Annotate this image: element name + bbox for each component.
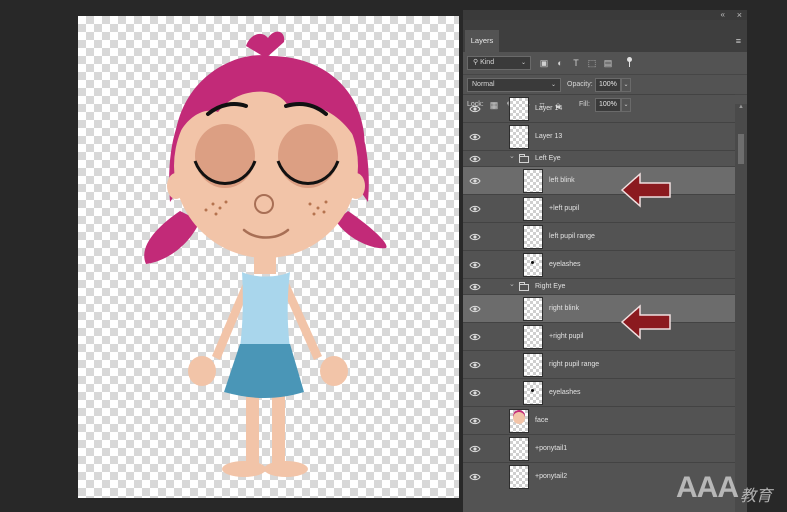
layer-thumbnail — [523, 197, 543, 221]
layer-thumbnail — [523, 169, 543, 193]
filter-pixel-icon[interactable]: ▣ — [539, 58, 549, 68]
layer-thumbnail — [523, 353, 543, 377]
layer-thumbnail — [523, 325, 543, 349]
layer-row[interactable]: right blink — [463, 294, 735, 322]
layer-name: eyelashes — [549, 260, 581, 268]
eye-icon[interactable] — [469, 153, 481, 165]
panel-menu-icon[interactable]: ≡ — [736, 36, 741, 46]
layer-name: Right Eye — [535, 283, 566, 290]
layer-thumbnail — [523, 225, 543, 249]
filter-kind-select[interactable]: ⚲ Kind ⌄ — [467, 56, 531, 70]
layer-thumbnail — [523, 297, 543, 321]
tab-layers[interactable]: Layers — [465, 30, 499, 52]
layer-row[interactable]: face — [463, 406, 735, 434]
layer-name: eyelashes — [549, 388, 581, 396]
panel-title-bar: « × — [463, 10, 747, 20]
chevron-down-icon: ⌄ — [520, 60, 526, 66]
eye-icon[interactable] — [469, 259, 481, 271]
character-illustration — [144, 31, 387, 477]
layer-name: left pupil range — [549, 232, 595, 240]
layer-name: Left Eye — [535, 155, 561, 162]
filter-type-icon[interactable]: T — [571, 58, 581, 68]
layer-thumbnail — [509, 125, 529, 149]
folder-icon — [519, 154, 529, 163]
layer-thumbnail — [523, 381, 543, 405]
filter-shape-icon[interactable]: ⬚ — [587, 58, 597, 68]
layer-row[interactable]: Layer 14 — [463, 94, 735, 122]
collapse-panel-icon[interactable]: « — [721, 10, 725, 20]
eye-icon[interactable] — [469, 303, 481, 315]
close-panel-icon[interactable]: × — [737, 10, 742, 20]
opacity-input[interactable]: 100% — [595, 78, 621, 92]
layer-name: Layer 14 — [535, 104, 563, 112]
panel-tab-bar: Layers ≡ — [463, 20, 747, 52]
layer-group-row[interactable]: ⌄ Right Eye — [463, 278, 735, 294]
eye-icon[interactable] — [469, 131, 481, 143]
watermark-latin: AAA — [676, 471, 739, 504]
chevron-down-icon: ⌄ — [550, 82, 556, 88]
red-arrow-icon — [620, 172, 671, 208]
layer-name: +ponytail1 — [535, 444, 568, 452]
layer-name: face — [535, 416, 549, 424]
folder-icon — [519, 282, 529, 291]
layer-row[interactable]: +left pupil — [463, 194, 735, 222]
chevron-down-icon[interactable]: ⌄ — [509, 152, 515, 160]
filter-kind-label: Kind — [480, 59, 495, 66]
layer-name: Layer 13 — [535, 132, 563, 140]
layer-list: Layer 14 Layer 13 ⌄ Left Eye left blink +left… — [463, 94, 735, 512]
layer-group-row[interactable]: ⌄ Left Eye — [463, 150, 735, 166]
red-arrow-icon — [620, 304, 671, 340]
layer-thumbnail — [523, 253, 543, 277]
watermark-chinese: 教育 — [740, 488, 773, 505]
eye-icon[interactable] — [469, 415, 481, 427]
layer-list-scrollbar[interactable]: ▲ — [735, 104, 747, 512]
filter-smart-object-icon[interactable]: ▤ — [603, 58, 613, 68]
layer-row[interactable]: Layer 13 — [463, 122, 735, 150]
layer-row[interactable]: +right pupil — [463, 322, 735, 350]
opacity-dropdown-button[interactable]: ⌄ — [621, 78, 631, 92]
eye-icon[interactable] — [469, 175, 481, 187]
layers-panel: « × Layers ≡ ⚲ Kind ⌄ ▣ ◐ T ⬚ ▤ Normal ⌄… — [463, 10, 747, 512]
document-canvas[interactable] — [78, 16, 459, 498]
scroll-up-icon[interactable]: ▲ — [738, 104, 744, 110]
layer-name: +ponytail2 — [535, 472, 568, 480]
layer-name: +right pupil — [549, 332, 584, 340]
opacity-label: Opacity: — [567, 81, 593, 88]
eye-icon[interactable] — [469, 203, 481, 215]
blend-row: Normal ⌄ Opacity: 100% ⌄ — [463, 74, 747, 95]
layer-thumbnail — [509, 465, 529, 489]
layer-name: right blink — [549, 304, 579, 312]
scrollbar-thumb[interactable] — [738, 134, 744, 164]
layer-row[interactable]: eyelashes — [463, 250, 735, 278]
layer-name: left blink — [549, 176, 575, 184]
layer-thumbnail — [509, 409, 529, 433]
layer-row[interactable]: right pupil range — [463, 350, 735, 378]
layer-name: +left pupil — [549, 204, 580, 212]
eye-icon[interactable] — [469, 281, 481, 293]
layer-name: right pupil range — [549, 360, 600, 368]
layer-row[interactable]: left pupil range — [463, 222, 735, 250]
layer-filter-row: ⚲ Kind ⌄ ▣ ◐ T ⬚ ▤ — [463, 52, 747, 74]
eye-icon[interactable] — [469, 387, 481, 399]
layer-row[interactable]: +ponytail1 — [463, 434, 735, 462]
chevron-down-icon[interactable]: ⌄ — [509, 280, 515, 288]
eye-icon[interactable] — [469, 231, 481, 243]
eye-icon[interactable] — [469, 443, 481, 455]
layer-thumbnail — [509, 97, 529, 121]
filter-adjustment-icon[interactable]: ◐ — [555, 58, 565, 68]
blend-mode-select[interactable]: Normal ⌄ — [467, 78, 561, 92]
eye-icon[interactable] — [469, 359, 481, 371]
blend-mode-value: Normal — [472, 81, 495, 88]
layer-row[interactable]: left blink — [463, 166, 735, 194]
layer-thumbnail — [509, 437, 529, 461]
eye-icon[interactable] — [469, 471, 481, 483]
layer-row[interactable]: eyelashes — [463, 378, 735, 406]
eye-icon[interactable] — [469, 103, 481, 115]
eye-icon[interactable] — [469, 331, 481, 343]
